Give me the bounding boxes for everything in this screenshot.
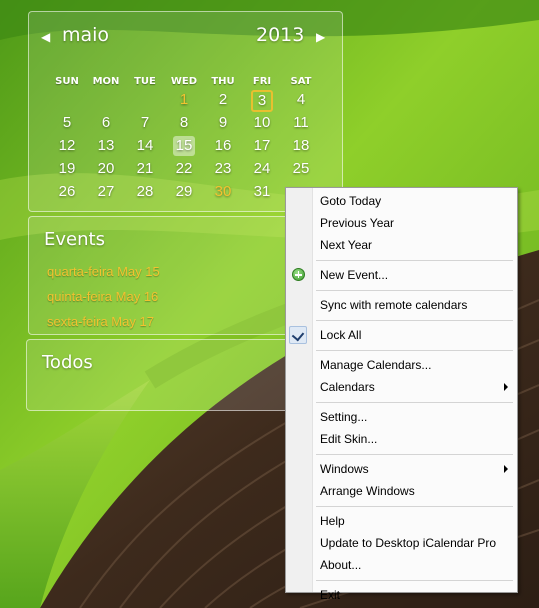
day-cell[interactable]: 22 [170, 159, 198, 179]
menu-item-goto-today[interactable]: Goto Today [286, 191, 517, 211]
menu-item-label: Goto Today [320, 194, 382, 208]
todos-widget: Todos [26, 339, 291, 411]
day-cell[interactable]: 4 [287, 90, 315, 110]
todos-title: Todos [42, 352, 93, 373]
menu-item-help[interactable]: Help [286, 511, 517, 531]
menu-item-windows[interactable]: Windows [286, 459, 517, 479]
menu-item-setting[interactable]: Setting... [286, 407, 517, 427]
menu-item-label: Manage Calendars... [320, 358, 432, 372]
day-cell[interactable]: 21 [131, 159, 159, 179]
menu-item-next-year[interactable]: Next Year [286, 235, 517, 255]
weekday-mon: MON [92, 76, 120, 87]
events-title: Events [44, 229, 105, 250]
day-cell[interactable]: 9 [209, 113, 237, 133]
menu-item-arrange-windows[interactable]: Arrange Windows [286, 481, 517, 501]
menu-separator [316, 260, 513, 261]
context-menu: Goto Today Previous Year Next Year New Even… [285, 187, 518, 602]
day-cell[interactable]: 14 [131, 136, 159, 156]
menu-item-edit-skin[interactable]: Edit Skin... [286, 429, 517, 449]
menu-item-label: Previous Year [320, 216, 395, 230]
menu-item-label: Next Year [320, 238, 373, 252]
menu-item-label: Update to Desktop iCalendar Pro [320, 536, 497, 550]
menu-item-update-to-desktop-icalendar-pro[interactable]: Update to Desktop iCalendar Pro [286, 533, 517, 553]
menu-separator [316, 402, 513, 403]
day-cell[interactable]: 30 [209, 182, 237, 202]
menu-item-label: Lock All [320, 328, 362, 342]
menu-item-label: Edit Skin... [320, 432, 378, 446]
menu-separator [316, 290, 513, 291]
weekday-tue: TUE [134, 76, 156, 87]
year-label: 2013 [256, 24, 305, 46]
day-cell[interactable]: 5 [53, 113, 81, 133]
event-item[interactable]: quarta-feira May 15 [47, 264, 160, 279]
menu-item-label: Setting... [320, 410, 368, 424]
day-cell[interactable]: 3 [251, 90, 273, 112]
weekday-thu: THU [211, 76, 235, 87]
day-cell[interactable]: 11 [287, 113, 315, 133]
previous-month-icon[interactable]: ◀ [41, 30, 50, 44]
menu-item-label: Help [320, 514, 345, 528]
menu-item-label: Sync with remote calendars [320, 298, 468, 312]
day-cell[interactable]: 7 [131, 113, 159, 133]
submenu-arrow-icon [504, 465, 508, 473]
day-cell[interactable]: 28 [131, 182, 159, 202]
day-cell[interactable]: 17 [248, 136, 276, 156]
menu-item-new-event[interactable]: New Event... [286, 265, 517, 285]
day-cell[interactable]: 20 [92, 159, 120, 179]
next-month-icon[interactable]: ▶ [316, 30, 325, 44]
menu-item-label: New Event... [320, 268, 389, 282]
menu-item-manage-calendars[interactable]: Manage Calendars... [286, 355, 517, 375]
menu-item-exit[interactable]: Exit [286, 585, 517, 605]
day-cell[interactable]: 31 [248, 182, 276, 202]
day-cell[interactable]: 8 [170, 113, 198, 133]
day-cell[interactable]: 2 [209, 90, 237, 110]
day-cell[interactable]: 23 [209, 159, 237, 179]
day-cell[interactable]: 19 [53, 159, 81, 179]
day-cell[interactable]: 12 [53, 136, 81, 156]
menu-item-calendars[interactable]: Calendars [286, 377, 517, 397]
event-item[interactable]: sexta-feira May 17 [47, 314, 154, 329]
day-cell[interactable]: 13 [92, 136, 120, 156]
weekday-fri: FRI [252, 76, 272, 87]
weekday-sun: SUN [55, 76, 79, 87]
menu-item-about[interactable]: About... [286, 555, 517, 575]
event-item[interactable]: quinta-feira May 16 [47, 289, 158, 304]
menu-item-lock-all[interactable]: Lock All [286, 325, 517, 345]
day-cell[interactable]: 10 [248, 113, 276, 133]
menu-separator [316, 350, 513, 351]
menu-separator [316, 454, 513, 455]
day-cell[interactable]: 27 [92, 182, 120, 202]
menu-item-label: Windows [320, 462, 369, 476]
day-cell[interactable]: 1 [170, 90, 198, 110]
day-cell[interactable]: 6 [92, 113, 120, 133]
menu-separator [316, 320, 513, 321]
month-label: maio [62, 24, 110, 46]
menu-item-label: Calendars [320, 380, 375, 394]
checkmark-icon [289, 326, 307, 344]
day-cell[interactable]: 25 [287, 159, 315, 179]
menu-item-previous-year[interactable]: Previous Year [286, 213, 517, 233]
menu-item-label: Arrange Windows [320, 484, 415, 498]
day-cell[interactable]: 26 [53, 182, 81, 202]
menu-separator [316, 580, 513, 581]
day-cell[interactable]: 16 [209, 136, 237, 156]
day-cell[interactable]: 29 [170, 182, 198, 202]
menu-item-sync-with-remote-calendars[interactable]: Sync with remote calendars [286, 295, 517, 315]
submenu-arrow-icon [504, 383, 508, 391]
menu-item-label: Exit [320, 588, 341, 602]
calendar-widget: ◀ maio 2013 ▶ SUN MON TUE WED THU FRI SAT 1234… [28, 11, 343, 212]
day-cell[interactable]: 18 [287, 136, 315, 156]
menu-separator [316, 506, 513, 507]
add-icon [292, 268, 305, 281]
checkmark-glyph [291, 328, 305, 342]
weekday-sat: SAT [290, 76, 312, 87]
day-cell[interactable]: 15 [173, 136, 195, 156]
weekday-wed: WED [170, 76, 198, 87]
day-cell[interactable]: 24 [248, 159, 276, 179]
menu-item-label: About... [320, 558, 362, 572]
